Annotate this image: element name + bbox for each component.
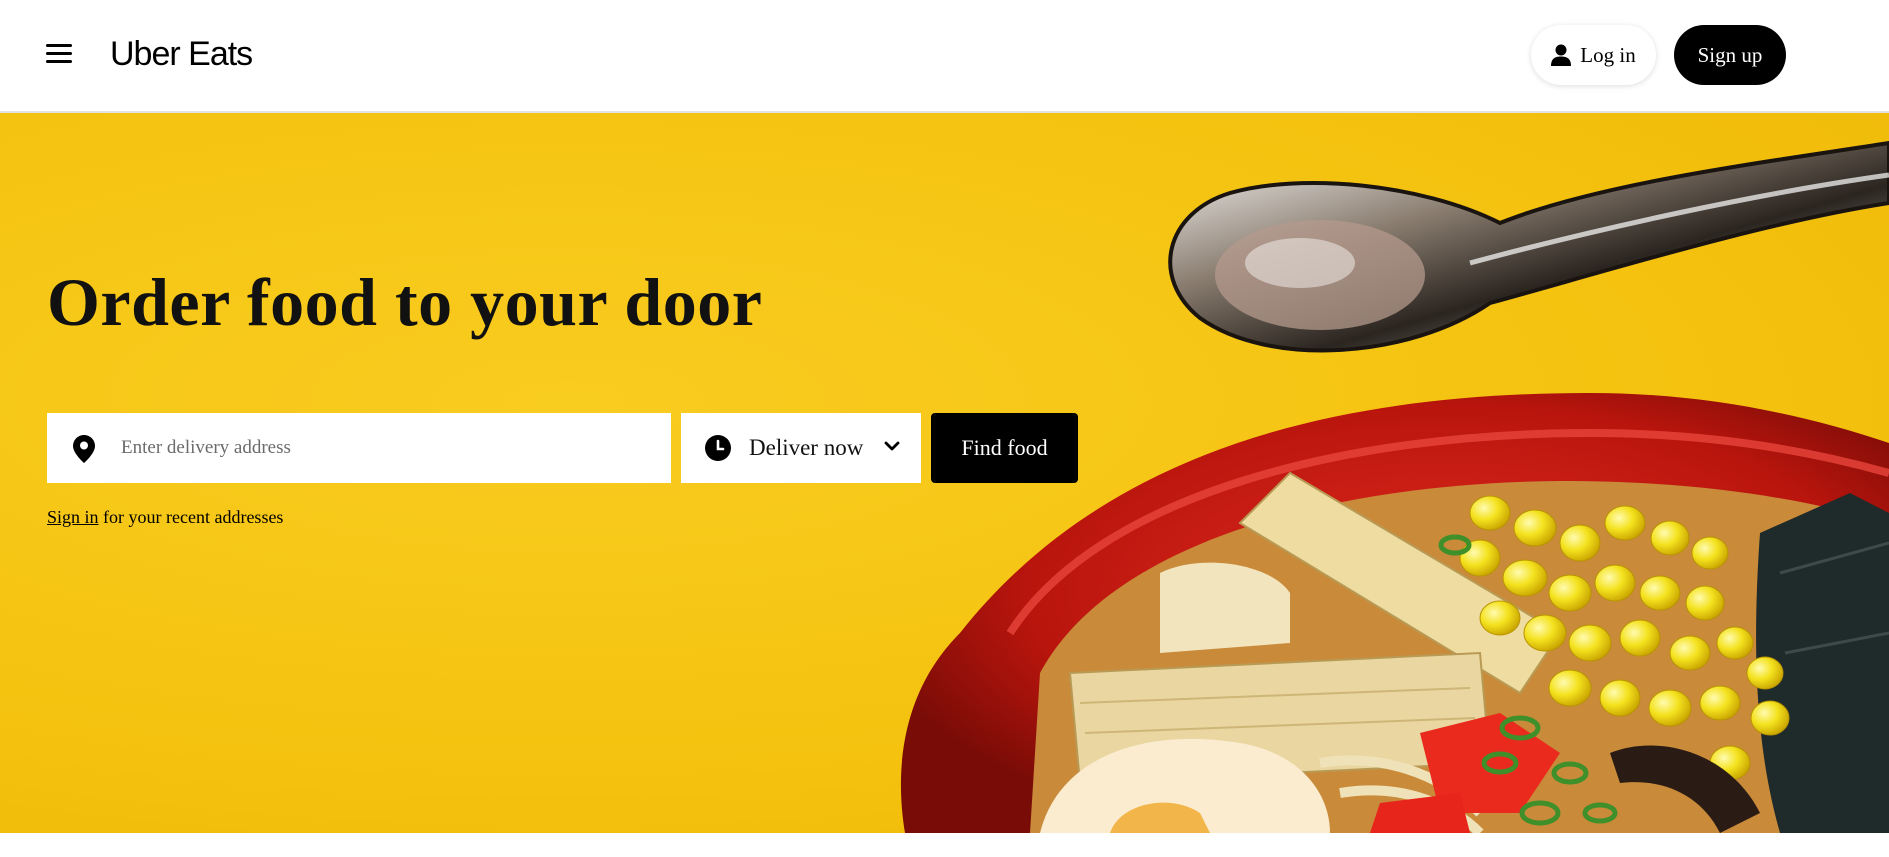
clock-icon (705, 435, 731, 461)
delivery-address-field[interactable] (47, 413, 671, 483)
signup-button[interactable]: Sign up (1674, 25, 1786, 85)
delivery-time-select[interactable]: Deliver now (681, 413, 921, 483)
signin-link[interactable]: Sign in (47, 507, 99, 527)
signin-suffix-text: for your recent addresses (103, 507, 284, 527)
location-pin-icon (73, 435, 95, 463)
chevron-down-icon (884, 441, 900, 451)
login-button[interactable]: Log in (1531, 25, 1656, 85)
person-icon (1551, 44, 1572, 66)
delivery-time-label: Deliver now (749, 435, 864, 460)
login-label: Log in (1580, 42, 1636, 67)
top-nav-bar: Uber Eats Log in Sign up (0, 0, 1889, 113)
signup-label: Sign up (1697, 42, 1763, 67)
hero-banner: Order food to your door Deliver now Find… (0, 113, 1889, 833)
uber-eats-logo[interactable]: Uber Eats (110, 32, 253, 76)
hamburger-menu-icon[interactable] (46, 44, 72, 66)
signin-prompt: Sign in for your recent addresses (47, 507, 283, 528)
find-food-label: Find food (961, 435, 1048, 460)
hero-title: Order food to your door (47, 264, 763, 340)
find-food-button[interactable]: Find food (931, 413, 1078, 483)
delivery-address-input[interactable] (121, 413, 651, 483)
